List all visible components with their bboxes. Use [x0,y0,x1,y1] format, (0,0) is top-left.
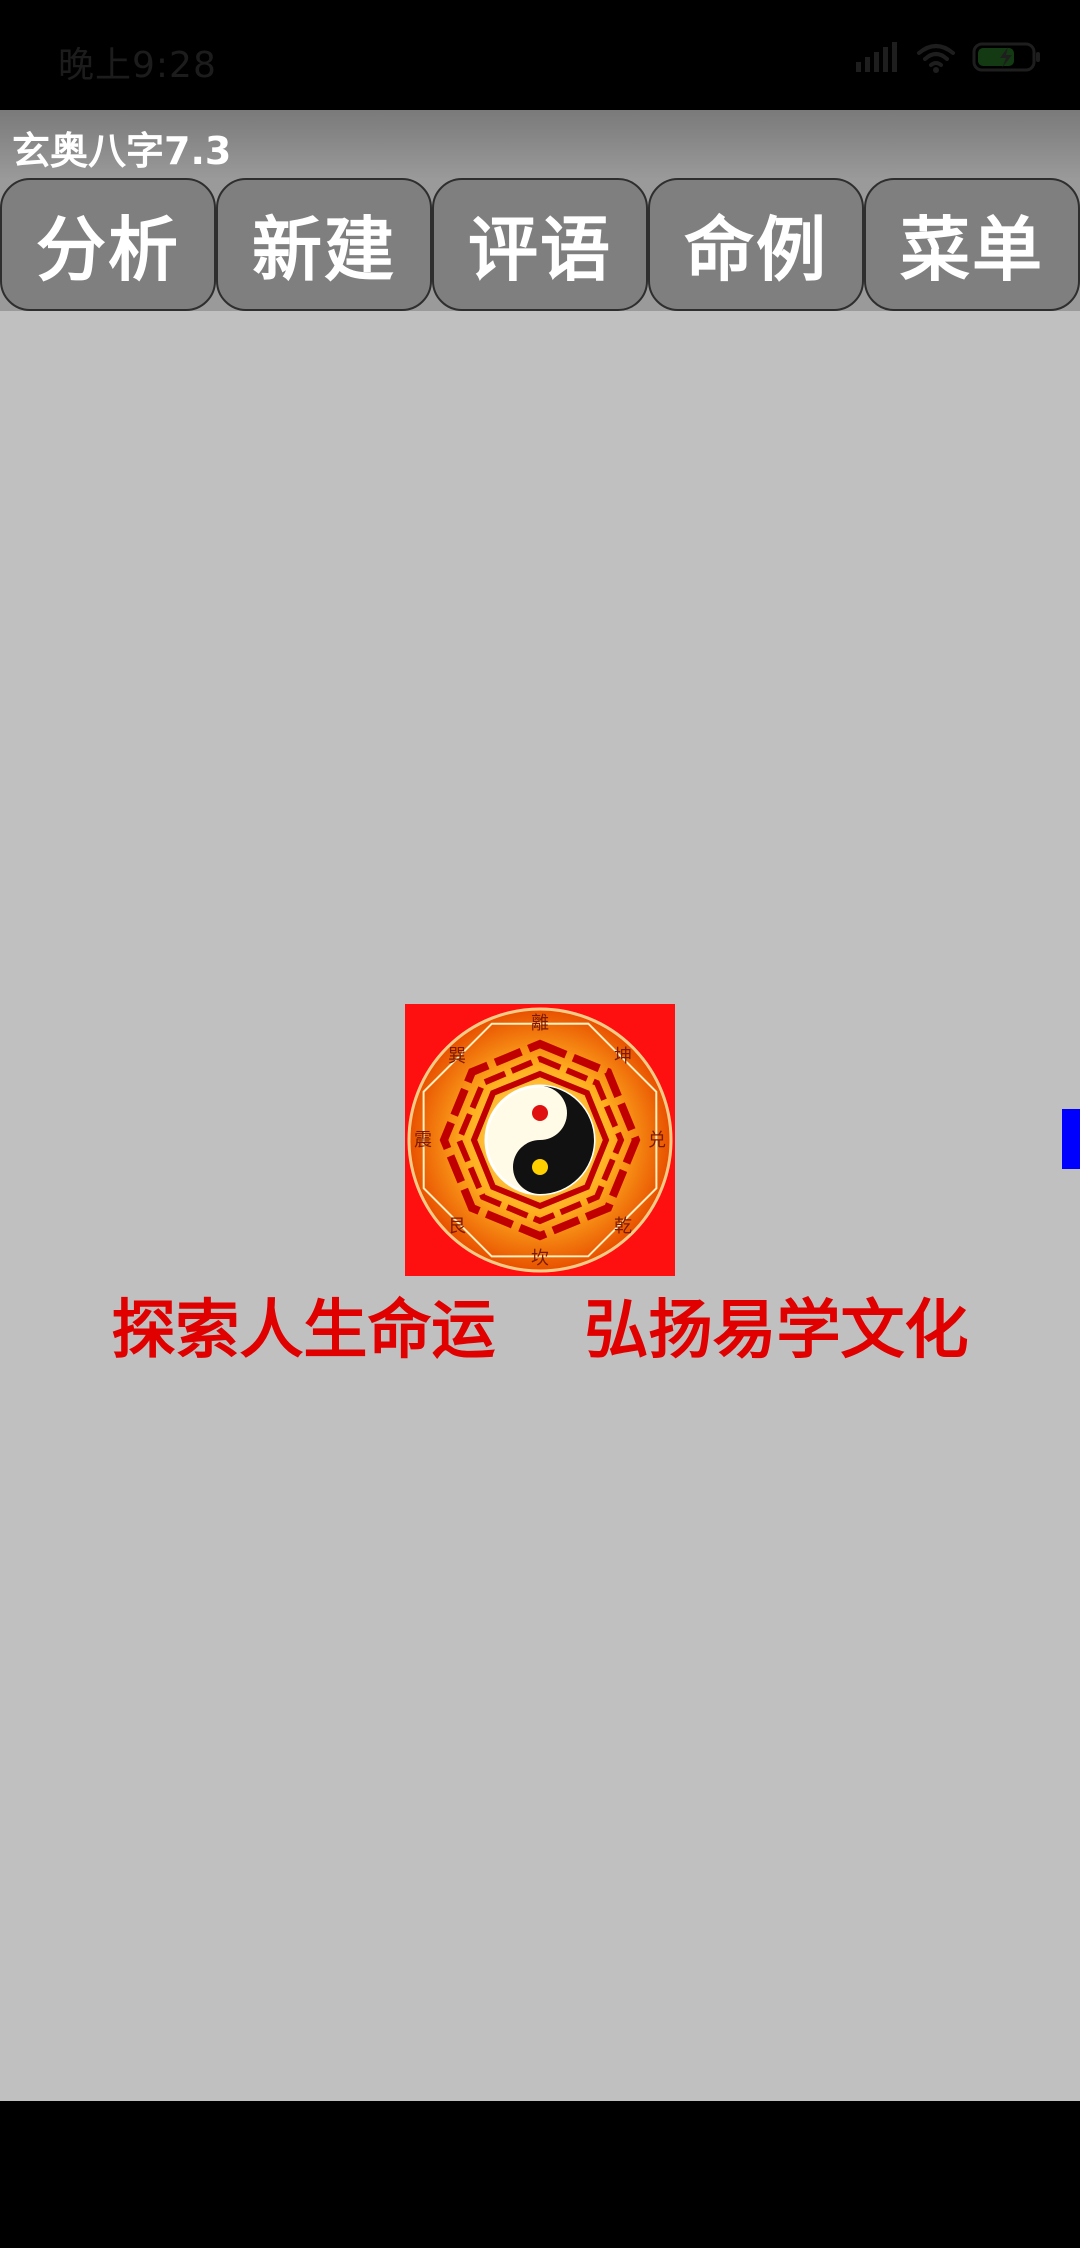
toolbar: 分析 新建 评语 命例 菜单 [0,178,1080,311]
wifi-icon [917,44,955,73]
menu-button[interactable]: 菜单 [864,178,1080,311]
side-drawer-handle[interactable] [1062,1109,1080,1169]
main-content: 離 坤 兑 乾 坎 艮 震 巽 探索人生命运 弘扬易学文化 [0,311,1080,2101]
svg-text:坎: 坎 [531,1248,549,1269]
svg-text:艮: 艮 [448,1216,466,1237]
battery-charging-icon [972,42,1040,72]
new-button[interactable]: 新建 [216,178,432,311]
svg-text:巽: 巽 [448,1046,466,1067]
system-nav-bar [0,2101,1080,2248]
svg-text:乾: 乾 [614,1216,632,1237]
svg-text:震: 震 [414,1130,432,1151]
status-icons [856,40,1042,74]
app-title-bar: 玄奥八字7.3 [0,110,1080,180]
slogan: 探索人生命运 弘扬易学文化 [111,1294,969,1368]
signal-icon [856,42,897,72]
svg-text:兑: 兑 [648,1130,666,1151]
status-time: 晚上9:28 [58,45,217,86]
app-title: 玄奥八字7.3 [12,129,232,173]
status-bar: 晚上9:28 [0,0,1080,110]
bagua-yin-yang-logo: 離 坤 兑 乾 坎 艮 震 巽 [405,1004,675,1276]
examples-button[interactable]: 命例 [648,178,864,311]
analyze-button[interactable]: 分析 [0,178,216,311]
svg-text:離: 離 [531,1013,549,1034]
svg-text:坤: 坤 [614,1046,632,1067]
comments-button[interactable]: 评语 [432,178,648,311]
